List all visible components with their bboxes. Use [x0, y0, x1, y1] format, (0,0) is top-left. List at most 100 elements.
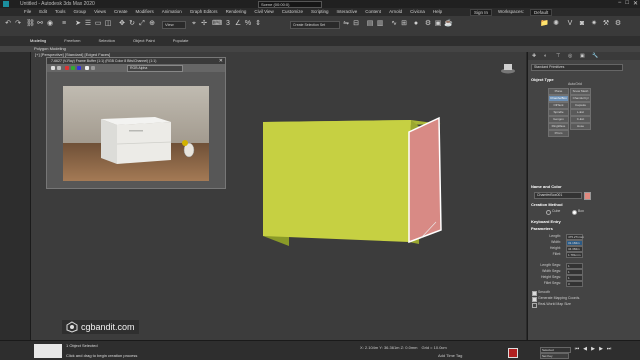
vray-fb-icon[interactable]: ◙ — [578, 20, 586, 28]
utilities-tab-icon[interactable]: 🔧 — [592, 53, 598, 59]
tab-object-paint[interactable]: Object Paint — [133, 38, 155, 43]
chamfer-panel[interactable] — [408, 116, 442, 244]
frame-buffer-window[interactable]: 7-6627 (V-Ray) Frame Buffer (1:1) (RGB C… — [46, 57, 226, 189]
menu-civil-view[interactable]: Civil View — [254, 9, 273, 14]
percent-snap-icon[interactable]: % — [244, 20, 252, 28]
goto-end-icon[interactable]: ⏭ — [606, 346, 612, 352]
spindle-button[interactable]: Spindle — [548, 109, 569, 116]
prism-button[interactable]: Prism — [548, 130, 569, 137]
chamfercyl-button[interactable]: ChamferCyl — [570, 95, 591, 102]
parameters-header[interactable]: Parameters — [531, 226, 553, 231]
redo-icon[interactable]: ↷ — [14, 20, 22, 28]
menu-civicna[interactable]: Civicna — [410, 9, 425, 14]
menu-edit[interactable]: Edit — [39, 9, 47, 14]
scene-field[interactable]: Scene (00:00:0) — [258, 1, 322, 8]
align-icon[interactable]: ⊟ — [352, 20, 360, 28]
layer-explorer-icon[interactable]: ▤ — [366, 20, 374, 28]
keyboard-entry-header[interactable]: Keyboard Entry — [531, 219, 561, 224]
l-ext-button[interactable]: L-Ext — [570, 109, 591, 116]
menu-animation[interactable]: Animation — [162, 9, 182, 14]
select-object-icon[interactable]: ➤ — [74, 20, 82, 28]
menu-modifiers[interactable]: Modifiers — [136, 9, 154, 14]
angle-snap-icon[interactable]: ∠ — [234, 20, 242, 28]
tab-freeform[interactable]: Freeform — [64, 38, 80, 43]
motion-tab-icon[interactable]: ◎ — [568, 53, 572, 59]
menu-rendering[interactable]: Rendering — [226, 9, 247, 14]
autogrid-label[interactable]: AutoGrid — [568, 82, 582, 86]
perspective-viewport[interactable]: [+] [Perspective] [Standard] [Edged Face… — [31, 52, 526, 340]
plane-button[interactable]: Plane — [548, 88, 569, 95]
render-production-icon[interactable]: ✺ — [552, 20, 560, 28]
viewcube-icon[interactable] — [500, 62, 516, 74]
hose-button[interactable]: Hose — [570, 123, 591, 130]
tab-selection[interactable]: Selection — [98, 38, 114, 43]
vray-icon[interactable]: V — [566, 20, 574, 28]
render-setup-icon[interactable]: ⚙ — [424, 20, 432, 28]
box-radio[interactable] — [572, 210, 577, 215]
project-folder-icon[interactable]: 📁 — [540, 20, 549, 28]
prev-frame-icon[interactable]: ◀ — [582, 346, 588, 352]
set-key-button[interactable]: Set Key — [540, 353, 569, 359]
selection-filter-icon[interactable]: ≡ — [60, 20, 68, 28]
menu-help[interactable]: Help — [433, 9, 442, 14]
menu-interactive[interactable]: Interactive — [337, 9, 358, 14]
vray-tools-icon[interactable]: ⚒ — [602, 20, 610, 28]
goto-start-icon[interactable]: ⏮ — [574, 346, 580, 352]
object-type-header[interactable]: Object Type — [531, 77, 554, 82]
move-icon[interactable]: ✥ — [118, 20, 126, 28]
maximize-button[interactable]: □ — [625, 0, 629, 7]
play-icon[interactable]: ▶ — [590, 346, 596, 352]
schematic-view-icon[interactable]: ⊞ — [400, 20, 408, 28]
undo-icon[interactable]: ↶ — [4, 20, 12, 28]
next-frame-icon[interactable]: ▶ — [598, 346, 604, 352]
box-main-face[interactable] — [263, 120, 411, 242]
clone-icon[interactable] — [57, 66, 61, 70]
rotate-icon[interactable]: ↻ — [128, 20, 136, 28]
menu-content[interactable]: Content — [365, 9, 381, 14]
keyboard-shortcut-icon[interactable]: ⌨ — [212, 20, 222, 28]
place-icon[interactable]: ⊕ — [148, 20, 156, 28]
modify-tab-icon[interactable]: ◐ — [544, 53, 547, 59]
object-name-input[interactable]: ChamferBox001 — [534, 192, 582, 199]
mapping-coords-checkbox[interactable] — [532, 297, 537, 302]
window-crossing-icon[interactable]: ◫ — [104, 20, 112, 28]
blue-channel-icon[interactable] — [77, 66, 81, 70]
render-icon[interactable]: ☕ — [444, 20, 453, 28]
save-image-icon[interactable] — [51, 66, 55, 70]
primitive-type-dropdown[interactable]: Standard Primitives — [531, 64, 623, 71]
snow-mesh-button[interactable]: Snow Mesh — [570, 88, 591, 95]
mono-icon[interactable] — [91, 66, 95, 70]
green-channel-icon[interactable] — [71, 66, 75, 70]
bind-spacewarp-icon[interactable]: ◉ — [46, 20, 54, 28]
select-manipulate-icon[interactable]: ✢ — [200, 20, 208, 28]
alpha-channel-icon[interactable] — [85, 66, 89, 70]
menu-scripting[interactable]: Scripting — [311, 9, 329, 14]
object-color-swatch[interactable] — [584, 192, 591, 200]
minimize-button[interactable]: − — [618, 0, 622, 7]
create-tab-icon[interactable]: ✚ — [532, 53, 536, 59]
smooth-checkbox[interactable] — [532, 291, 537, 296]
rendered-frame-icon[interactable]: ▣ — [434, 20, 442, 28]
red-channel-icon[interactable] — [65, 66, 69, 70]
unlink-icon[interactable]: ⚯ — [36, 20, 44, 28]
vray-lights-icon[interactable]: ✷ — [590, 20, 598, 28]
hierarchy-tab-icon[interactable]: ⊤ — [556, 53, 560, 59]
scale-icon[interactable]: ⤢ — [138, 20, 146, 28]
display-tab-icon[interactable]: ▣ — [580, 53, 585, 59]
mirror-icon[interactable]: ⇋ — [342, 20, 350, 28]
material-editor-icon[interactable]: ● — [412, 20, 420, 28]
coords-readout[interactable]: X: 2.104m Y: 36.361m Z: 0.0mm — [360, 345, 418, 350]
cube-radio[interactable] — [546, 210, 551, 215]
select-by-name-icon[interactable]: ☰ — [84, 20, 92, 28]
menu-customize[interactable]: Customize — [282, 9, 303, 14]
view-dropdown[interactable]: View — [162, 21, 186, 29]
polygon-modeling-label[interactable]: Polygon Modeling — [34, 46, 66, 51]
tab-populate[interactable]: Populate — [173, 38, 189, 43]
spinner-snap-icon[interactable]: ⇕ — [254, 20, 262, 28]
vray-settings-icon[interactable]: ⚙ — [614, 20, 622, 28]
close-button[interactable]: ✕ — [633, 0, 638, 7]
selection-set-dropdown[interactable]: Create Selection Set — [290, 21, 340, 29]
channel-dropdown[interactable]: RGB Alpha — [127, 65, 183, 72]
signin-button[interactable]: Sign In — [470, 9, 493, 16]
tab-modeling[interactable]: Modeling — [30, 38, 46, 43]
